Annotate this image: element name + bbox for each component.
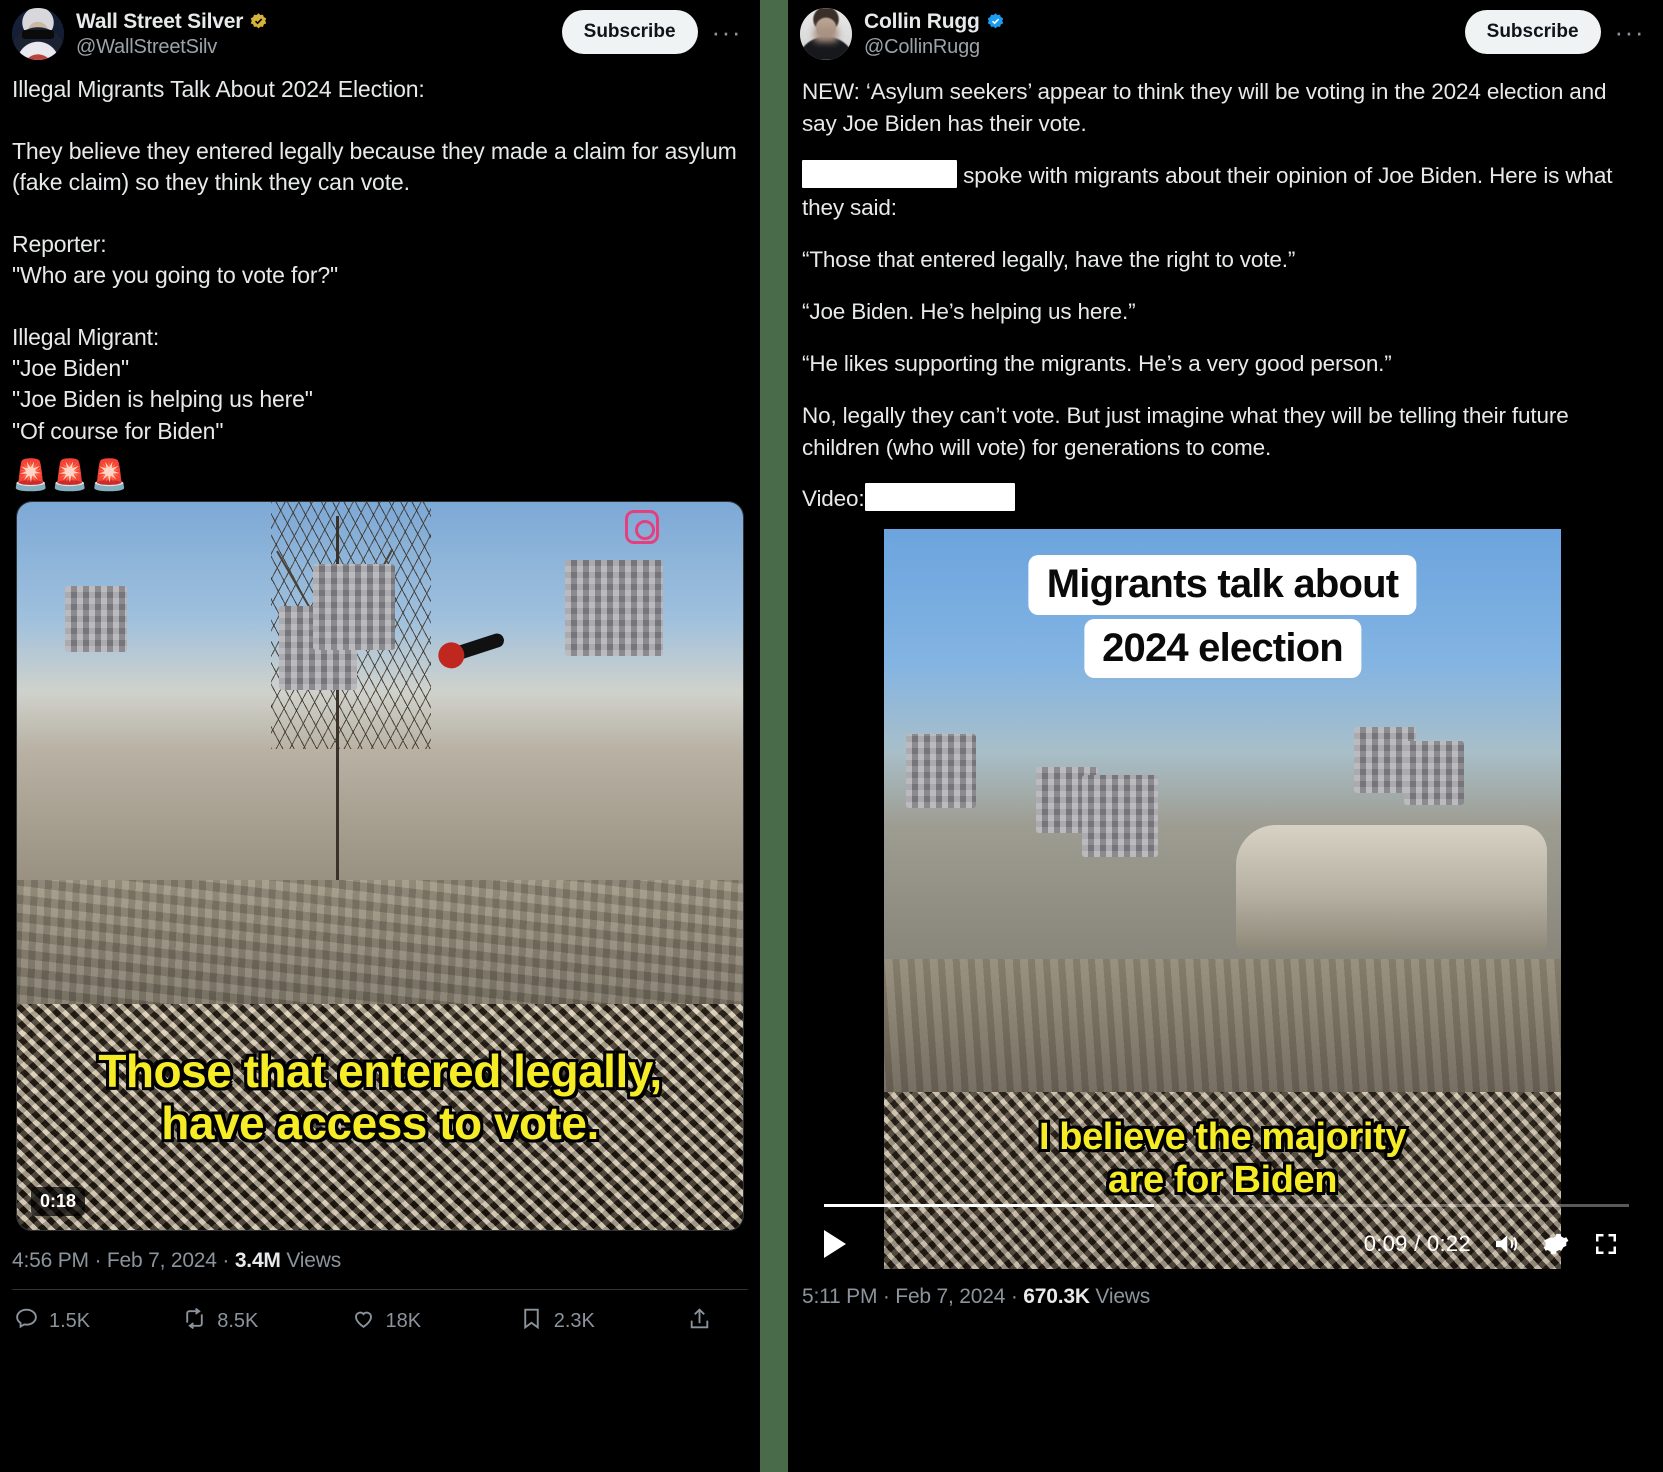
gear-icon[interactable]: [1541, 1229, 1571, 1259]
tweet-paragraph-2: spoke with migrants about their opinion …: [802, 159, 1641, 224]
more-options-icon[interactable]: ···: [706, 19, 748, 45]
redaction-box-video-link: [864, 483, 1015, 512]
tweet-paragraph-6: No, legally they can’t vote. But just im…: [802, 402, 1569, 460]
blurred-face-1: [906, 734, 976, 809]
tweet-header-left: Wall Street Silver @WallStreetSilv Subsc…: [0, 0, 760, 60]
tweet-card-wall-street-silver: Wall Street Silver @WallStreetSilv Subsc…: [0, 0, 760, 1472]
screenshot-stage: Wall Street Silver @WallStreetSilv Subsc…: [0, 0, 1663, 1472]
video-label-text: Video:: [802, 486, 865, 512]
volume-icon[interactable]: [1491, 1229, 1521, 1259]
like-count: 18K: [385, 1309, 422, 1332]
video-time-display: 0:09 / 0:22: [1364, 1231, 1471, 1257]
parked-car: [1236, 825, 1548, 952]
video-time-separator: /: [1407, 1231, 1427, 1257]
video-player-right[interactable]: Migrants talk about 2024 election I beli…: [802, 529, 1643, 1270]
avatar-wall-street-silver[interactable]: [12, 8, 64, 60]
avatar-collin-rugg[interactable]: [800, 8, 852, 60]
share-icon: [687, 1306, 712, 1337]
caption-line-2: are for Biden: [1107, 1159, 1338, 1202]
views-label: Views: [280, 1248, 341, 1272]
tweet-actions-bar: 1.5K 8.5K 18K 2.3K: [0, 1290, 760, 1337]
tweet-meta-left: 4:56 PM · Feb 7, 2024 · 3.4M Views: [0, 1231, 760, 1273]
video-controls-bar: 0:09 / 0:22: [802, 1229, 1643, 1259]
like-button[interactable]: 18K: [351, 1306, 519, 1337]
tweet-timestamp: 5:11 PM · Feb 7, 2024 ·: [802, 1285, 1024, 1309]
tweet-paragraph-video-label: Video:: [802, 483, 1641, 515]
avatar-image: [800, 8, 852, 60]
gold-verified-icon: [249, 12, 268, 31]
header-actions-left: Subscribe ···: [561, 10, 748, 54]
tweet-text-left: Illegal Migrants Talk About 2024 Electio…: [12, 76, 737, 444]
play-icon[interactable]: [824, 1230, 846, 1259]
tweet-paragraph-4: “Joe Biden. He’s helping us here.”: [802, 298, 1136, 324]
reply-button[interactable]: 1.5K: [14, 1306, 182, 1337]
subscribe-button[interactable]: Subscribe: [561, 10, 698, 54]
author-names-right: Collin Rugg @CollinRugg: [864, 8, 1005, 58]
share-button[interactable]: [687, 1306, 722, 1337]
tweet-paragraph-1: NEW: ‘Asylum seekers’ appear to think th…: [802, 79, 1607, 136]
more-options-icon[interactable]: ···: [1609, 19, 1651, 45]
video-caption-left: Those that entered legally, have access …: [98, 1044, 662, 1150]
blurred-face-3: [1082, 775, 1158, 858]
instagram-icon: [625, 509, 659, 544]
tweet-header-right: Collin Rugg @CollinRugg Subscribe ···: [788, 0, 1663, 60]
tweet-text-right: NEW: ‘Asylum seekers’ appear to think th…: [788, 60, 1663, 515]
video-progress-bar[interactable]: [824, 1204, 1629, 1208]
video-current-time: 0:09: [1363, 1231, 1408, 1257]
subscribe-button[interactable]: Subscribe: [1464, 10, 1601, 54]
emoji-row-siren: 🚨🚨🚨: [12, 458, 131, 492]
author-names-left: Wall Street Silver @WallStreetSilv: [76, 8, 268, 58]
panel-gap: [760, 0, 788, 1472]
bookmark-count: 2.3K: [553, 1309, 595, 1332]
tweet-paragraph-5: “He likes supporting the migrants. He’s …: [802, 350, 1392, 376]
reporter-microphone: [448, 631, 506, 662]
blurred-face-3: [313, 563, 395, 650]
views-count: 3.4M: [234, 1248, 281, 1272]
display-name[interactable]: Collin Rugg: [864, 10, 980, 34]
blurred-face-5: [1404, 741, 1464, 806]
retweet-button[interactable]: 8.5K: [182, 1306, 350, 1337]
bookmark-icon: [519, 1306, 544, 1337]
heart-icon: [351, 1306, 376, 1337]
video-duration-chip: 0:18: [31, 1186, 86, 1216]
redaction-box-source: [802, 159, 957, 188]
caption-line-1: I believe the majority: [1038, 1116, 1407, 1159]
blurred-face-4: [565, 559, 663, 656]
comment-icon: [14, 1306, 39, 1337]
expand-icon[interactable]: [1591, 1229, 1621, 1259]
video-player-left[interactable]: Those that entered legally, have access …: [16, 500, 744, 1231]
bookmark-button[interactable]: 2.3K: [519, 1306, 687, 1337]
retweet-icon: [182, 1306, 207, 1337]
video-total-time: 0:22: [1426, 1231, 1471, 1257]
author-name-row-right: Collin Rugg: [864, 10, 1005, 34]
views-count: 670.3K: [1023, 1285, 1090, 1309]
header-actions-right: Subscribe ···: [1464, 10, 1651, 54]
reply-count: 1.5K: [49, 1309, 91, 1332]
author-handle[interactable]: @CollinRugg: [864, 36, 1005, 58]
blurred-face-1: [65, 585, 127, 652]
overlay-title-line-1: Migrants talk about: [1028, 555, 1417, 615]
blue-verified-icon: [986, 12, 1005, 31]
overlay-title-line-2: 2024 election: [1084, 618, 1361, 678]
tweet-card-collin-rugg: Collin Rugg @CollinRugg Subscribe ··· NE…: [788, 0, 1663, 1472]
tweet-meta-right: 5:11 PM · Feb 7, 2024 · 670.3K Views: [788, 1269, 1663, 1309]
tweet-timestamp: 4:56 PM · Feb 7, 2024 ·: [12, 1248, 235, 1272]
retweet-count: 8.5K: [217, 1309, 259, 1332]
display-name[interactable]: Wall Street Silver: [76, 10, 243, 34]
views-label: Views: [1089, 1285, 1151, 1309]
tweet-paragraph-3: “Those that entered legally, have the ri…: [802, 246, 1296, 272]
video-caption-right: I believe the majority are for Biden: [802, 1116, 1643, 1203]
author-handle[interactable]: @WallStreetSilv: [76, 36, 268, 58]
video-overlay-title: Migrants talk about 2024 election: [861, 555, 1584, 681]
author-name-row-left: Wall Street Silver: [76, 10, 268, 34]
video-progress-fill: [824, 1204, 1155, 1208]
avatar-image: [12, 8, 64, 60]
